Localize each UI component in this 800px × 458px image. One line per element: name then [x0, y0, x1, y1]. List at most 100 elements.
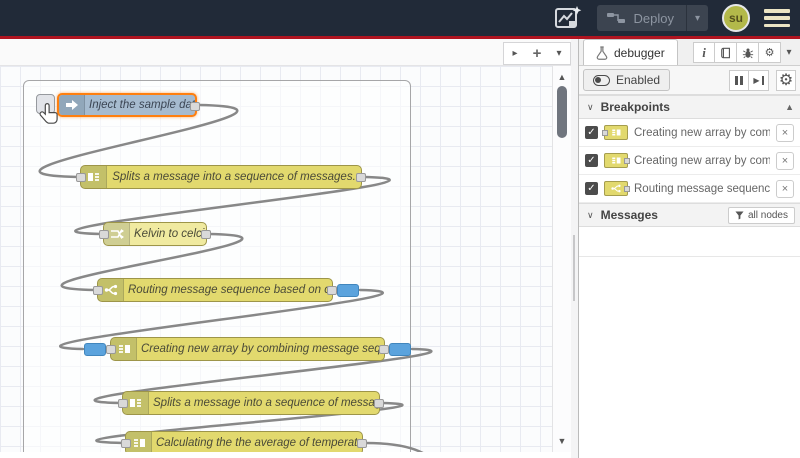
flow-node[interactable]: Inject the sample data [57, 93, 200, 117]
sidebar-splitter[interactable] [571, 39, 578, 458]
breakpoints-section-header[interactable]: ∨ Breakpoints ▲ [579, 95, 800, 119]
sidebar-tab-bar: debugger i ⚙ ▾ [579, 39, 800, 66]
output-port[interactable] [357, 439, 367, 448]
workspace-tab-strip: ▸ + ▾ [0, 39, 571, 66]
breakpoint-row: ✓ Creating new array by combining message… [579, 147, 800, 175]
join-mini-icon [604, 153, 630, 168]
pause-button[interactable] [729, 69, 749, 91]
breakpoint-label: Creating new array by combining message … [634, 126, 770, 139]
breakpoint-pill-output[interactable] [337, 284, 359, 297]
output-port[interactable] [190, 102, 200, 111]
input-port[interactable] [99, 230, 109, 239]
messages-title: Messages [600, 208, 658, 222]
breakpoint-checkbox[interactable]: ✓ [585, 182, 598, 195]
main-menu-icon[interactable] [764, 9, 790, 27]
breakpoints-title: Breakpoints [600, 100, 670, 114]
input-port[interactable] [106, 345, 116, 354]
breakpoint-remove-button[interactable]: × [776, 179, 794, 198]
output-port[interactable] [374, 399, 384, 408]
breakpoints-collapse-icon: ∨ [587, 101, 594, 112]
debugger-toolbar: Enabled ▶ ⚙ [579, 66, 800, 95]
sidebar-tab-actions: i ⚙ ▾ [693, 42, 797, 63]
input-port[interactable] [93, 286, 103, 295]
breakpoint-pill-input[interactable] [84, 343, 106, 356]
step-button[interactable]: ▶ [749, 69, 769, 91]
input-port[interactable] [76, 173, 86, 182]
flow-node[interactable]: Splits a message into a sequence of mess… [118, 391, 384, 415]
canvas-vertical-scrollbar[interactable]: ▲ ▼ [552, 66, 571, 452]
flow-node[interactable]: Routing message sequence based on condit… [93, 278, 359, 302]
toggle-icon [593, 74, 610, 86]
breakpoint-row: ✓ Creating new array by combining message… [579, 119, 800, 147]
enabled-label: Enabled [616, 73, 661, 87]
config-nodes-tab-icon[interactable]: ⚙ [759, 42, 781, 63]
output-port[interactable] [327, 286, 337, 295]
scroll-down-icon[interactable]: ▼ [553, 436, 571, 446]
input-port[interactable] [121, 439, 131, 448]
tab-scroll-right-icon[interactable]: ▸ [504, 43, 526, 64]
breakpoint-label: Creating new array by combining message … [634, 154, 770, 167]
app-header: Deploy ▾ su [0, 0, 800, 36]
messages-filter-label: all nodes [747, 209, 788, 221]
canvas-footer-strip [0, 452, 571, 458]
sidebar-tab-list-icon[interactable]: ▾ [781, 47, 797, 58]
info-tab-icon[interactable]: i [693, 42, 715, 63]
add-flow-icon[interactable]: + [526, 43, 548, 64]
breakpoint-pill-output[interactable] [389, 343, 411, 356]
inject-icon [59, 95, 85, 115]
node-red-app: Deploy ▾ su ▸ + ▾ Inject the sample data… [0, 0, 800, 458]
tab-debugger-label: debugger [614, 45, 665, 60]
breakpoint-label: Routing message sequence based on condit… [634, 182, 770, 195]
scroll-up-icon[interactable]: ▲ [553, 72, 571, 82]
messages-collapse-icon: ∨ [587, 209, 594, 220]
filter-funnel-icon [735, 210, 744, 220]
help-tab-icon[interactable] [715, 42, 737, 63]
node-label: Inject the sample data [89, 99, 195, 111]
debugger-enabled-toggle[interactable]: Enabled [583, 69, 671, 91]
sidebar: debugger i ⚙ ▾ Enabled ▶ ⚙ ∨ Breakpoints… [578, 39, 800, 458]
flow-node[interactable]: Splits a message into a sequence of mess… [76, 165, 366, 189]
input-port[interactable] [118, 399, 128, 408]
messages-empty-area [579, 227, 800, 257]
debugger-settings-icon[interactable]: ⚙ [776, 69, 796, 91]
debug-messages-tab-icon[interactable] [737, 42, 759, 63]
tab-debugger[interactable]: debugger [583, 39, 678, 65]
debugger-controls: ▶ ⚙ [729, 69, 796, 91]
flow-canvas[interactable]: Inject the sample data Splits a message i… [0, 66, 571, 452]
output-port[interactable] [379, 345, 389, 354]
node-label: Splits a message into a sequence of mess… [153, 397, 379, 409]
flow-node[interactable]: Creating new array by combining message … [84, 337, 411, 361]
flow-node[interactable]: Kelvin to celcius [99, 222, 211, 246]
deploy-nodes-icon [606, 13, 625, 23]
flow-list-icon[interactable]: ▾ [548, 43, 570, 64]
deploy-label: Deploy [633, 10, 674, 26]
node-label: Calculating the the average of temperatu… [156, 437, 362, 449]
sidebar-scroll-up-icon[interactable]: ▲ [785, 102, 794, 112]
node-label: Kelvin to celcius [134, 228, 206, 240]
deploy-options-caret-icon[interactable]: ▾ [687, 13, 708, 24]
node-label: Splits a message into a sequence of mess… [112, 171, 356, 183]
breakpoint-checkbox[interactable]: ✓ [585, 126, 598, 139]
breakpoint-remove-button[interactable]: × [776, 151, 794, 170]
messages-section-header[interactable]: ∨ Messages all nodes [579, 203, 800, 227]
node-label: Routing message sequence based on condit… [128, 284, 332, 296]
breakpoint-remove-button[interactable]: × [776, 123, 794, 142]
switch-mini-icon [604, 181, 630, 196]
flow-node[interactable]: Calculating the the average of temperatu… [121, 431, 367, 452]
splitter-grip [573, 235, 575, 301]
inject-trigger-button[interactable] [36, 94, 55, 114]
output-port[interactable] [201, 230, 211, 239]
node-label: Creating new array by combining message … [141, 343, 384, 355]
flask-icon [596, 45, 608, 60]
user-avatar[interactable]: su [722, 4, 750, 32]
output-port[interactable] [356, 173, 366, 182]
scrollbar-thumb[interactable] [557, 86, 567, 138]
assistant-icon[interactable] [553, 5, 583, 31]
deploy-button[interactable]: Deploy ▾ [596, 5, 708, 31]
messages-filter-button[interactable]: all nodes [727, 206, 795, 224]
breakpoint-checkbox[interactable]: ✓ [585, 154, 598, 167]
join-mini-icon [602, 125, 628, 140]
breakpoint-row: ✓ Routing message sequence based on condi… [579, 175, 800, 203]
breakpoints-list: ✓ Creating new array by combining message… [579, 119, 800, 203]
workspace-tab-toolbar: ▸ + ▾ [503, 42, 571, 65]
